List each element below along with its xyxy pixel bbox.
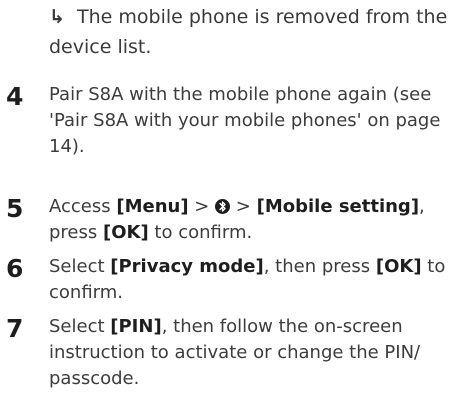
- result-arrow-icon: ↳: [49, 6, 65, 28]
- separator: >: [230, 196, 257, 217]
- step-number: 6: [6, 254, 24, 283]
- step-text: Select [Privacy mode], then press [OK] t…: [49, 254, 451, 306]
- step-number: 4: [6, 82, 24, 111]
- manual-page: ↳ The mobile phone is removed from the de…: [0, 0, 459, 393]
- step-text: Pair S8A with the mobile phone again (se…: [49, 84, 441, 157]
- step-text: Select [PIN], then follow the on-screen …: [49, 314, 451, 392]
- step-text-part: Select: [49, 316, 111, 337]
- step-number: 7: [6, 314, 24, 343]
- ok-label: [OK]: [102, 222, 149, 243]
- step-text: Access [Menu] > > [Mobile setting], pres…: [49, 194, 451, 246]
- menu-label: [Menu]: [116, 196, 189, 217]
- step-text-part: Select: [49, 256, 111, 277]
- separator: >: [188, 196, 216, 217]
- ok-label: [OK]: [375, 256, 422, 277]
- step-text-part: Access: [49, 196, 117, 217]
- step-result: ↳ The mobile phone is removed from the de…: [49, 2, 449, 62]
- privacy-mode-label: [Privacy mode]: [110, 256, 264, 277]
- mobile-setting-label: [Mobile setting]: [256, 196, 420, 217]
- step-text-part: , then press: [263, 256, 376, 277]
- pin-label: [PIN]: [110, 316, 162, 337]
- result-text: The mobile phone is removed from the dev…: [49, 6, 448, 58]
- bluetooth-icon: [215, 199, 231, 214]
- step-text-part: to confirm.: [148, 222, 253, 243]
- step-number: 5: [6, 194, 24, 223]
